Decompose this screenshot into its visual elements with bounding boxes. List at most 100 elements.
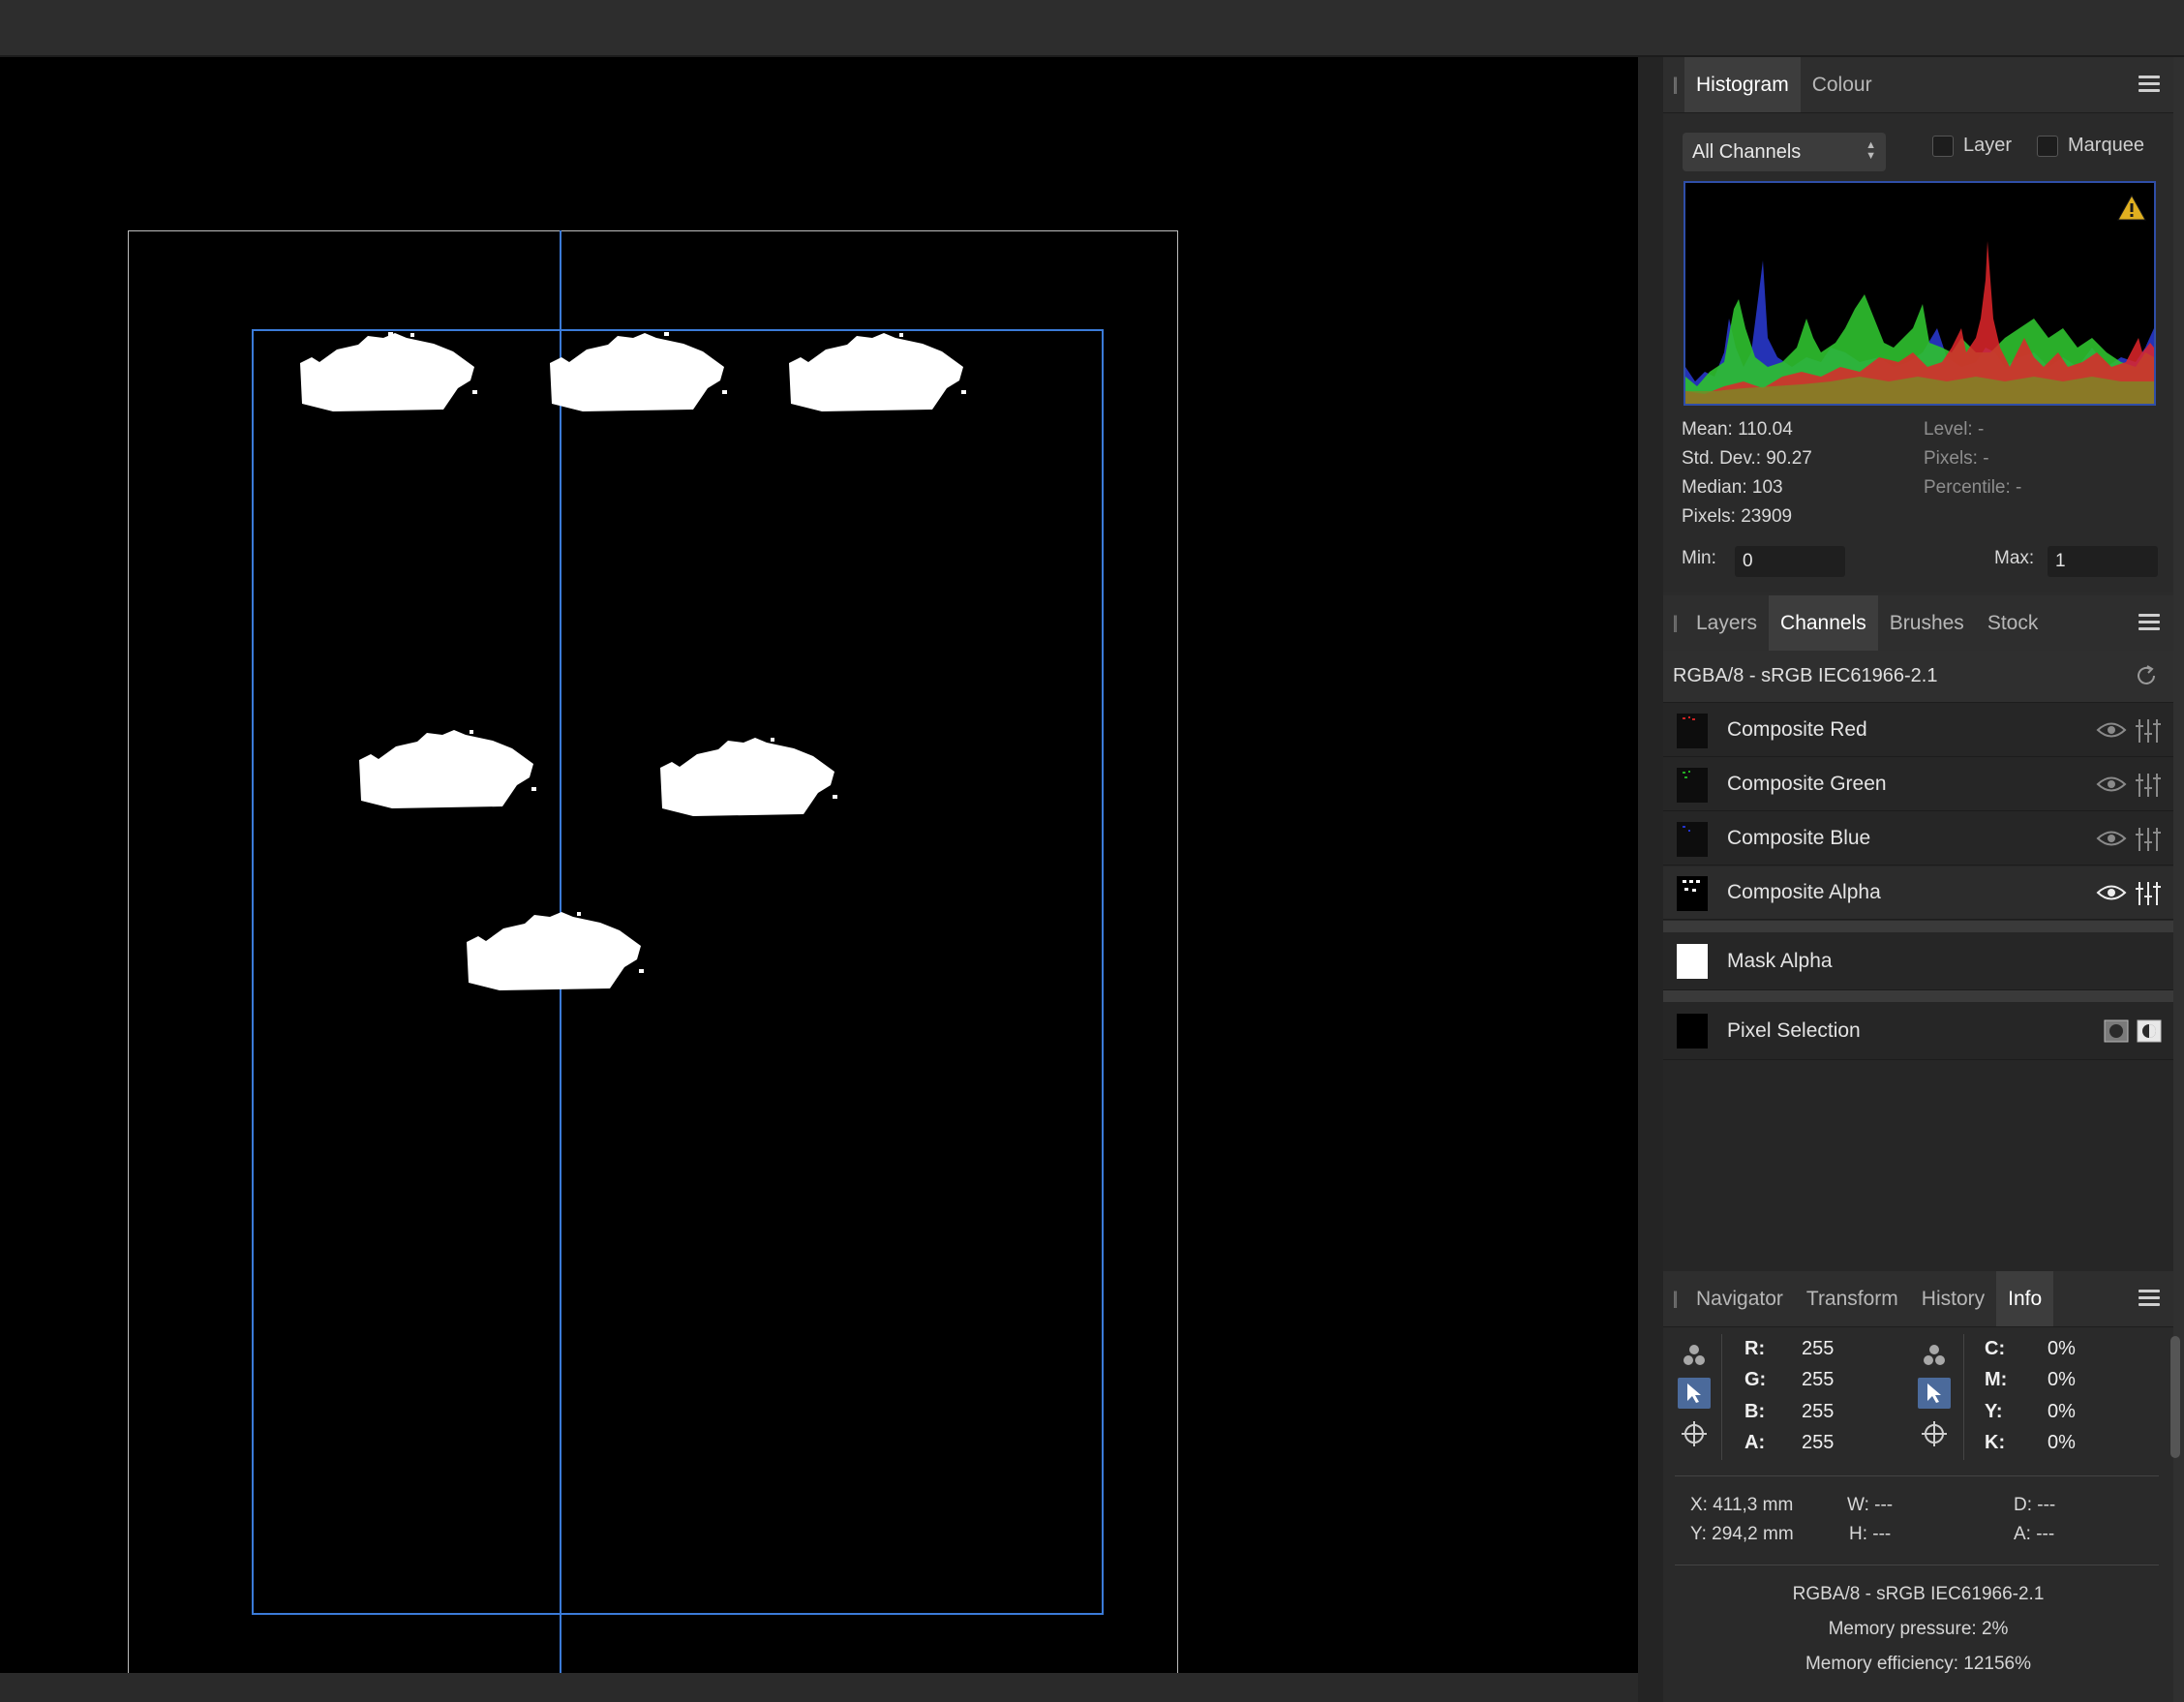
tab-brushes[interactable]: Brushes [1878, 595, 1976, 651]
histogram-panel: || Histogram Colour All Channels ▲ ▼ Laye… [1663, 57, 2173, 592]
info-r-label: R: [1744, 1338, 1766, 1359]
mask-alpha-row[interactable]: Mask Alpha [1663, 932, 2173, 990]
warning-icon[interactable] [2117, 195, 2146, 221]
channel-adjust-icon[interactable] [2135, 880, 2162, 907]
histogram-level: Level: - [1924, 419, 1985, 440]
max-input[interactable]: 1 [2048, 546, 2158, 577]
reset-icon[interactable] [2135, 664, 2158, 687]
selection-shape [300, 332, 477, 411]
info-c-label: C: [1985, 1338, 2006, 1359]
info-scrollbar[interactable] [2170, 1336, 2180, 1458]
selection-mask-icon[interactable] [2104, 1019, 2129, 1043]
marquee-checkbox-label: Marquee [2068, 135, 2144, 156]
info-b-value: 255 [1802, 1401, 1835, 1422]
channel-label: Composite Green [1727, 773, 1887, 795]
checkbox-icon [1932, 135, 1954, 157]
title-bar [0, 0, 2184, 57]
channel-row-red[interactable]: Composite Red [1663, 704, 2173, 757]
rgb-mode-icon[interactable] [1678, 1340, 1711, 1371]
eye-icon[interactable] [2096, 774, 2127, 795]
eye-icon[interactable] [2096, 719, 2127, 741]
channel-row-green[interactable]: Composite Green [1663, 758, 2173, 811]
channel-row-alpha[interactable]: Composite Alpha [1663, 866, 2173, 920]
pointer-source-icon[interactable] [1918, 1378, 1951, 1409]
tab-stock[interactable]: Stock [1976, 595, 2050, 651]
channel-adjust-icon[interactable] [2135, 717, 2162, 745]
selection-shape [660, 738, 837, 816]
selection-height: H: --- [1849, 1524, 1892, 1544]
channel-label: Composite Alpha [1727, 881, 1881, 903]
info-k-label: K: [1985, 1432, 2006, 1453]
cursor-y: Y: 294,2 mm [1690, 1524, 1794, 1544]
panel-grip-icon[interactable]: || [1663, 1271, 1684, 1326]
pixel-selection-row[interactable]: Pixel Selection [1663, 1002, 2173, 1060]
channel-group-divider [1663, 990, 2173, 1002]
histogram-percentile: Percentile: - [1924, 477, 2022, 498]
channel-label: Composite Blue [1727, 827, 1871, 849]
histogram-tabbar: || Histogram Colour [1663, 57, 2173, 113]
histogram-mean: Mean: 110.04 [1682, 419, 1793, 440]
crosshair-icon[interactable] [1678, 1418, 1711, 1449]
selection-width: W: --- [1847, 1495, 1894, 1515]
histogram-cursor-pixels: Pixels: - [1924, 448, 1989, 469]
channel-row-blue[interactable]: Composite Blue [1663, 812, 2173, 866]
channel-group-divider [1663, 921, 2173, 932]
panel-menu-icon[interactable] [2138, 1290, 2160, 1307]
info-c-value: 0% [2048, 1338, 2076, 1359]
document-profile: RGBA/8 - sRGB IEC61966-2.1 [1792, 1584, 2045, 1604]
panel-grip-icon[interactable]: || [1663, 57, 1684, 112]
info-y-label: Y: [1985, 1401, 2003, 1422]
tab-info[interactable]: Info [1996, 1271, 2054, 1326]
panel-grip-icon[interactable]: || [1663, 595, 1684, 651]
channel-thumbnail [1677, 944, 1708, 979]
selection-shape [359, 730, 536, 808]
info-tabbar: || Navigator Transform History Info [1663, 1271, 2173, 1327]
channel-select[interactable]: All Channels ▲ ▼ [1683, 133, 1886, 171]
panel-menu-icon[interactable] [2138, 614, 2160, 631]
min-input[interactable]: 0 [1735, 546, 1845, 577]
invert-selection-icon[interactable] [2137, 1019, 2162, 1043]
layer-checkbox[interactable]: Layer [1932, 135, 2012, 157]
info-g-value: 255 [1802, 1369, 1835, 1390]
info-m-label: M: [1985, 1369, 2008, 1390]
min-label: Min: [1682, 548, 1716, 568]
info-b-label: B: [1744, 1401, 1766, 1422]
channel-adjust-icon[interactable] [2135, 772, 2162, 799]
channel-thumbnail [1677, 768, 1708, 803]
crosshair-icon[interactable] [1918, 1418, 1951, 1449]
tab-transform[interactable]: Transform [1795, 1271, 1910, 1326]
eye-icon[interactable] [2096, 828, 2127, 849]
panel-menu-icon[interactable] [2138, 76, 2160, 93]
pointer-source-icon[interactable] [1678, 1378, 1711, 1409]
tab-histogram[interactable]: Histogram [1684, 57, 1801, 112]
tab-layers[interactable]: Layers [1684, 595, 1769, 651]
cmyk-mode-icon[interactable] [1918, 1340, 1951, 1371]
channels-color-profile: RGBA/8 - sRGB IEC61966-2.1 [1663, 651, 2173, 703]
info-g-label: G: [1744, 1369, 1767, 1390]
histogram-pixels: Pixels: 23909 [1682, 506, 1793, 527]
channel-label: Composite Red [1727, 718, 1867, 741]
eye-icon[interactable] [2096, 882, 2127, 903]
tab-navigator[interactable]: Navigator [1684, 1271, 1795, 1326]
angle: A: --- [2014, 1524, 2055, 1544]
tab-history[interactable]: History [1910, 1271, 1996, 1326]
selection-shape [467, 912, 644, 990]
histogram-graph [1684, 181, 2156, 406]
info-divider [1721, 1334, 1722, 1460]
tab-colour[interactable]: Colour [1801, 57, 1884, 112]
memory-efficiency: Memory efficiency: 12156% [1805, 1654, 2032, 1674]
tab-channels[interactable]: Channels [1769, 595, 1878, 651]
info-separator [1675, 1475, 2159, 1476]
panel-divider[interactable] [1638, 57, 1663, 1702]
channels-panel: || Layers Channels Brushes Stock RGBA/8 … [1663, 595, 2173, 1271]
channel-adjust-icon[interactable] [2135, 826, 2162, 853]
channels-profile-label: RGBA/8 - sRGB IEC61966-2.1 [1673, 665, 1938, 686]
margin-guide [252, 329, 1104, 1615]
channel-thumbnail [1677, 822, 1708, 857]
marquee-checkbox[interactable]: Marquee [2037, 135, 2144, 157]
info-r-value: 255 [1802, 1338, 1835, 1359]
distance: D: --- [2014, 1495, 2056, 1515]
document-canvas[interactable] [0, 57, 1638, 1673]
info-k-value: 0% [2048, 1432, 2076, 1453]
pixel-selection-label: Pixel Selection [1727, 1018, 1861, 1042]
